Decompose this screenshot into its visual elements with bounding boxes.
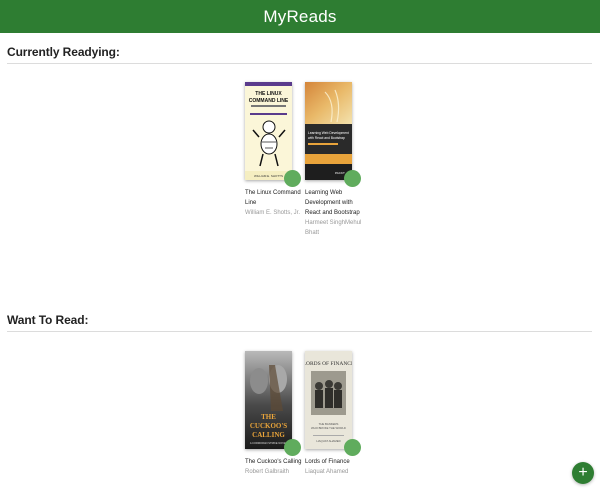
- shelf-title: Currently Readying:: [7, 45, 592, 64]
- book-authors: Harmeet SinghMehul Bhatt: [305, 220, 362, 236]
- book-title: The Linux Command Line: [245, 190, 301, 206]
- shelf-title: Want To Read:: [7, 313, 592, 332]
- plus-icon: +: [578, 464, 588, 481]
- svg-text:LIAQUAT AHAMED: LIAQUAT AHAMED: [316, 439, 340, 443]
- svg-text:COMMAND LINE: COMMAND LINE: [249, 98, 289, 104]
- lords-of-finance-cover-image: LORDS OF FINANCE THE BANKERS WHO BROKE T…: [303, 351, 355, 449]
- svg-text:A CORMORAN STRIKE NOVEL: A CORMORAN STRIKE NOVEL: [250, 441, 288, 445]
- book-cover[interactable]: THE CUCKOO'S CALLING A CORMORAN STRIKE N…: [245, 351, 301, 456]
- app-header: MyReads: [0, 0, 600, 33]
- svg-text:CALLING: CALLING: [252, 431, 285, 439]
- book-title: Learning Web Development with React and …: [305, 190, 360, 216]
- svg-text:LORDS OF FINANCE: LORDS OF FINANCE: [305, 361, 352, 367]
- book-item: THE LINUX COMMAND LINE WILLIAM E. SHOTTS…: [245, 82, 301, 218]
- shelf-changer-button[interactable]: [284, 439, 301, 456]
- cuckoos-calling-cover-image: THE CUCKOO'S CALLING A CORMORAN STRIKE N…: [245, 351, 292, 449]
- svg-text:CUCKOO'S: CUCKOO'S: [250, 422, 287, 430]
- book-cover[interactable]: LORDS OF FINANCE THE BANKERS WHO BROKE T…: [303, 351, 361, 456]
- book-title: Lords of Finance: [305, 459, 350, 465]
- shelf-changer-button[interactable]: [344, 439, 361, 456]
- svg-text:PACKT: PACKT: [335, 171, 345, 175]
- book-title: The Cuckoo's Calling: [245, 459, 302, 465]
- book-authors: William E. Shotts, Jr.: [245, 210, 301, 216]
- svg-text:THE LINUX: THE LINUX: [255, 91, 282, 97]
- book-cover[interactable]: Learning Web Development with React and …: [305, 82, 361, 187]
- shelf-currently-reading: Currently Readying:: [7, 45, 592, 64]
- book-authors: Liaquat Ahamed: [305, 469, 349, 475]
- svg-text:WILLIAM E. SHOTTS: WILLIAM E. SHOTTS: [254, 174, 283, 178]
- app-title: MyReads: [263, 6, 337, 26]
- svg-text:THE: THE: [261, 413, 276, 421]
- svg-text:with React and Bootstrap: with React and Bootstrap: [308, 136, 345, 140]
- react-bootstrap-cover-image: Learning Web Development with React and …: [305, 82, 352, 180]
- svg-text:Learning Web Development: Learning Web Development: [308, 131, 349, 135]
- book-item: Learning Web Development with React and …: [305, 82, 361, 238]
- add-book-button[interactable]: +: [572, 462, 594, 484]
- book-cover[interactable]: THE LINUX COMMAND LINE WILLIAM E. SHOTTS: [245, 82, 301, 187]
- book-authors: Robert Galbraith: [245, 469, 290, 475]
- shelf-want-to-read: Want To Read:: [7, 313, 592, 332]
- linux-command-line-cover-image: THE LINUX COMMAND LINE WILLIAM E. SHOTTS: [245, 82, 292, 180]
- shelf-changer-button[interactable]: [284, 170, 301, 187]
- book-item: THE CUCKOO'S CALLING A CORMORAN STRIKE N…: [245, 351, 302, 477]
- svg-text:WHO BROKE THE WORLD: WHO BROKE THE WORLD: [311, 426, 346, 430]
- shelf-changer-button[interactable]: [344, 170, 361, 187]
- book-item: LORDS OF FINANCE THE BANKERS WHO BROKE T…: [303, 351, 361, 477]
